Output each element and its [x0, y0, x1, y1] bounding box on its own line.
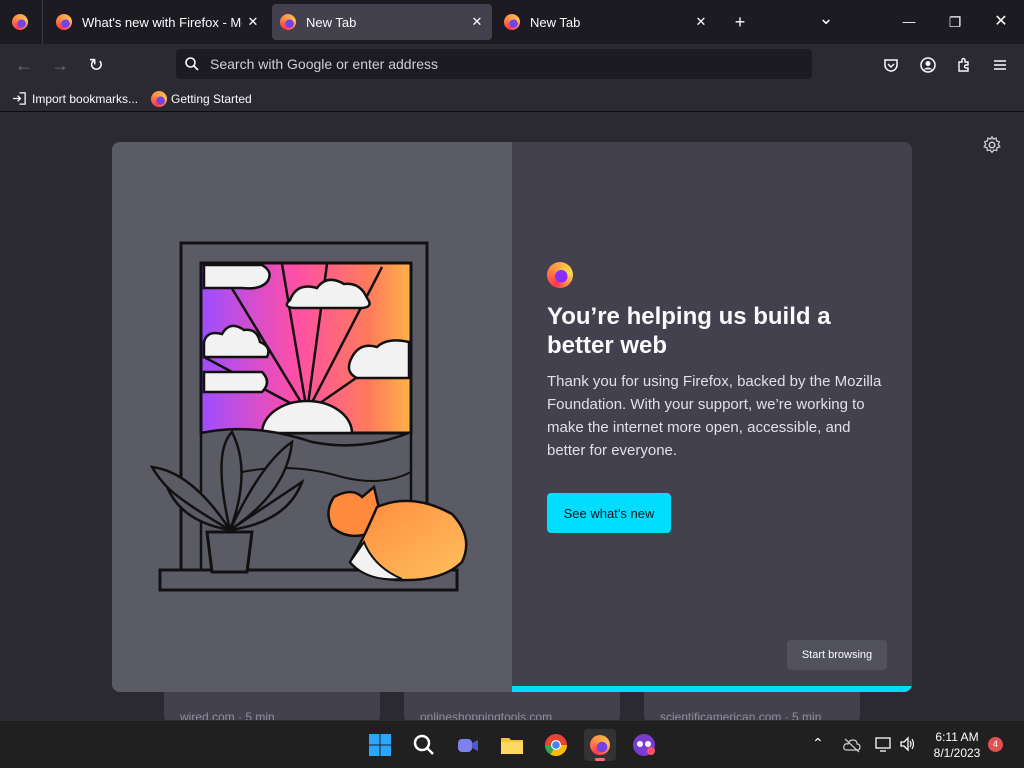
- menu-hamburger-icon[interactable]: [992, 57, 1008, 73]
- list-all-tabs-button[interactable]: ⌄: [814, 6, 838, 30]
- bookmark-label: Getting Started: [171, 92, 252, 106]
- see-whats-new-button[interactable]: See what’s new: [547, 493, 671, 533]
- illustration-panel: [112, 142, 512, 692]
- extensions-icon[interactable]: [956, 57, 972, 73]
- firefox-icon: [280, 14, 296, 30]
- restore-button[interactable]: ❐: [943, 10, 967, 34]
- firefox-icon: [590, 735, 610, 755]
- gear-icon[interactable]: [981, 134, 1003, 156]
- taskbar-chrome[interactable]: [540, 729, 572, 761]
- account-icon[interactable]: [920, 57, 936, 73]
- firefox-icon: [56, 14, 72, 30]
- minimize-button[interactable]: —: [897, 10, 921, 34]
- tab-title: New Tab: [306, 15, 357, 30]
- reload-icon[interactable]: ↻: [83, 52, 109, 78]
- modal-title: You’re helping us build a better web: [547, 303, 831, 359]
- chat-camera-icon: [458, 739, 478, 752]
- import-icon: [12, 92, 26, 105]
- taskbar-firefox[interactable]: [584, 729, 616, 761]
- window-fox-illustration: [149, 241, 468, 592]
- content-panel: You’re helping us build a better web Tha…: [512, 142, 912, 692]
- pocket-icon[interactable]: [883, 57, 899, 73]
- taskbar-other-app[interactable]: [628, 729, 660, 761]
- firefox-logo-icon: [547, 262, 573, 288]
- volume-icon[interactable]: [899, 736, 917, 752]
- app-icon: [633, 734, 655, 756]
- tab-new-tab-active[interactable]: New Tab ✕: [272, 4, 492, 40]
- onboarding-progress-bar: [512, 686, 912, 692]
- tab-separator: [42, 0, 43, 44]
- system-clock[interactable]: 6:11 AM 8/1/2023: [928, 729, 986, 761]
- taskbar-search-button[interactable]: [408, 729, 440, 761]
- bookmarks-toolbar: Import bookmarks... Getting Started: [0, 86, 1024, 112]
- story-meta: scientificamerican.com · 5 min: [660, 710, 822, 720]
- notification-badge[interactable]: 4: [988, 737, 1003, 752]
- folder-icon: [501, 738, 523, 754]
- start-browsing-button[interactable]: Start browsing: [787, 640, 887, 670]
- bookmark-getting-started[interactable]: Getting Started: [151, 90, 261, 108]
- tab-whats-new[interactable]: What's new with Firefox - More ✕: [48, 4, 268, 40]
- close-window-button[interactable]: ✕: [989, 10, 1013, 34]
- search-icon: [413, 734, 434, 755]
- search-icon: [185, 57, 199, 71]
- back-arrow-icon[interactable]: ←: [11, 52, 37, 78]
- clock-date: 8/1/2023: [933, 746, 981, 760]
- tab-strip: What's new with Firefox - More ✕ New Tab…: [0, 0, 1024, 44]
- close-tab-icon[interactable]: ✕: [692, 13, 710, 31]
- windows-taskbar: ⌃ 6:11 AM 8/1/2023 4: [0, 720, 1024, 768]
- new-tab-page: wired.com · 5 min onlineshoppingtools.co…: [0, 112, 1024, 720]
- bookmark-import[interactable]: Import bookmarks...: [12, 90, 142, 108]
- firefox-icon: [504, 14, 520, 30]
- new-tab-button[interactable]: +: [728, 10, 752, 34]
- url-bar[interactable]: [176, 49, 812, 79]
- onboarding-modal: You’re helping us build a better web Tha…: [112, 142, 912, 692]
- network-icon[interactable]: [874, 736, 892, 752]
- chevron-up-icon[interactable]: ⌃: [812, 735, 824, 752]
- address-input[interactable]: [210, 53, 800, 75]
- onedrive-cloud-icon[interactable]: [843, 737, 861, 753]
- taskbar-file-explorer[interactable]: [496, 729, 528, 761]
- clock-time: 6:11 AM: [935, 730, 979, 744]
- forward-arrow-icon[interactable]: →: [47, 52, 73, 78]
- bookmark-label: Import bookmarks...: [32, 92, 139, 106]
- tab-title: New Tab: [530, 15, 581, 30]
- firefox-icon: [151, 91, 167, 107]
- story-meta: onlineshoppingtools.com: [420, 710, 553, 720]
- story-meta: wired.com · 5 min: [180, 710, 275, 720]
- modal-description: Thank you for using Firefox, backed by t…: [547, 373, 882, 459]
- firefox-view-icon[interactable]: [12, 14, 28, 30]
- windows-logo-icon: [369, 734, 391, 756]
- tab-new-tab[interactable]: New Tab ✕: [496, 4, 716, 40]
- active-app-indicator: [595, 758, 605, 761]
- navigation-toolbar: ← → ↻: [0, 44, 1024, 86]
- start-button[interactable]: [364, 729, 396, 761]
- taskbar-teams-chat[interactable]: [452, 729, 484, 761]
- tab-title: What's new with Firefox - More: [82, 15, 242, 30]
- close-tab-icon[interactable]: ✕: [244, 13, 262, 31]
- chrome-icon: [545, 734, 567, 756]
- close-tab-icon[interactable]: ✕: [468, 13, 486, 31]
